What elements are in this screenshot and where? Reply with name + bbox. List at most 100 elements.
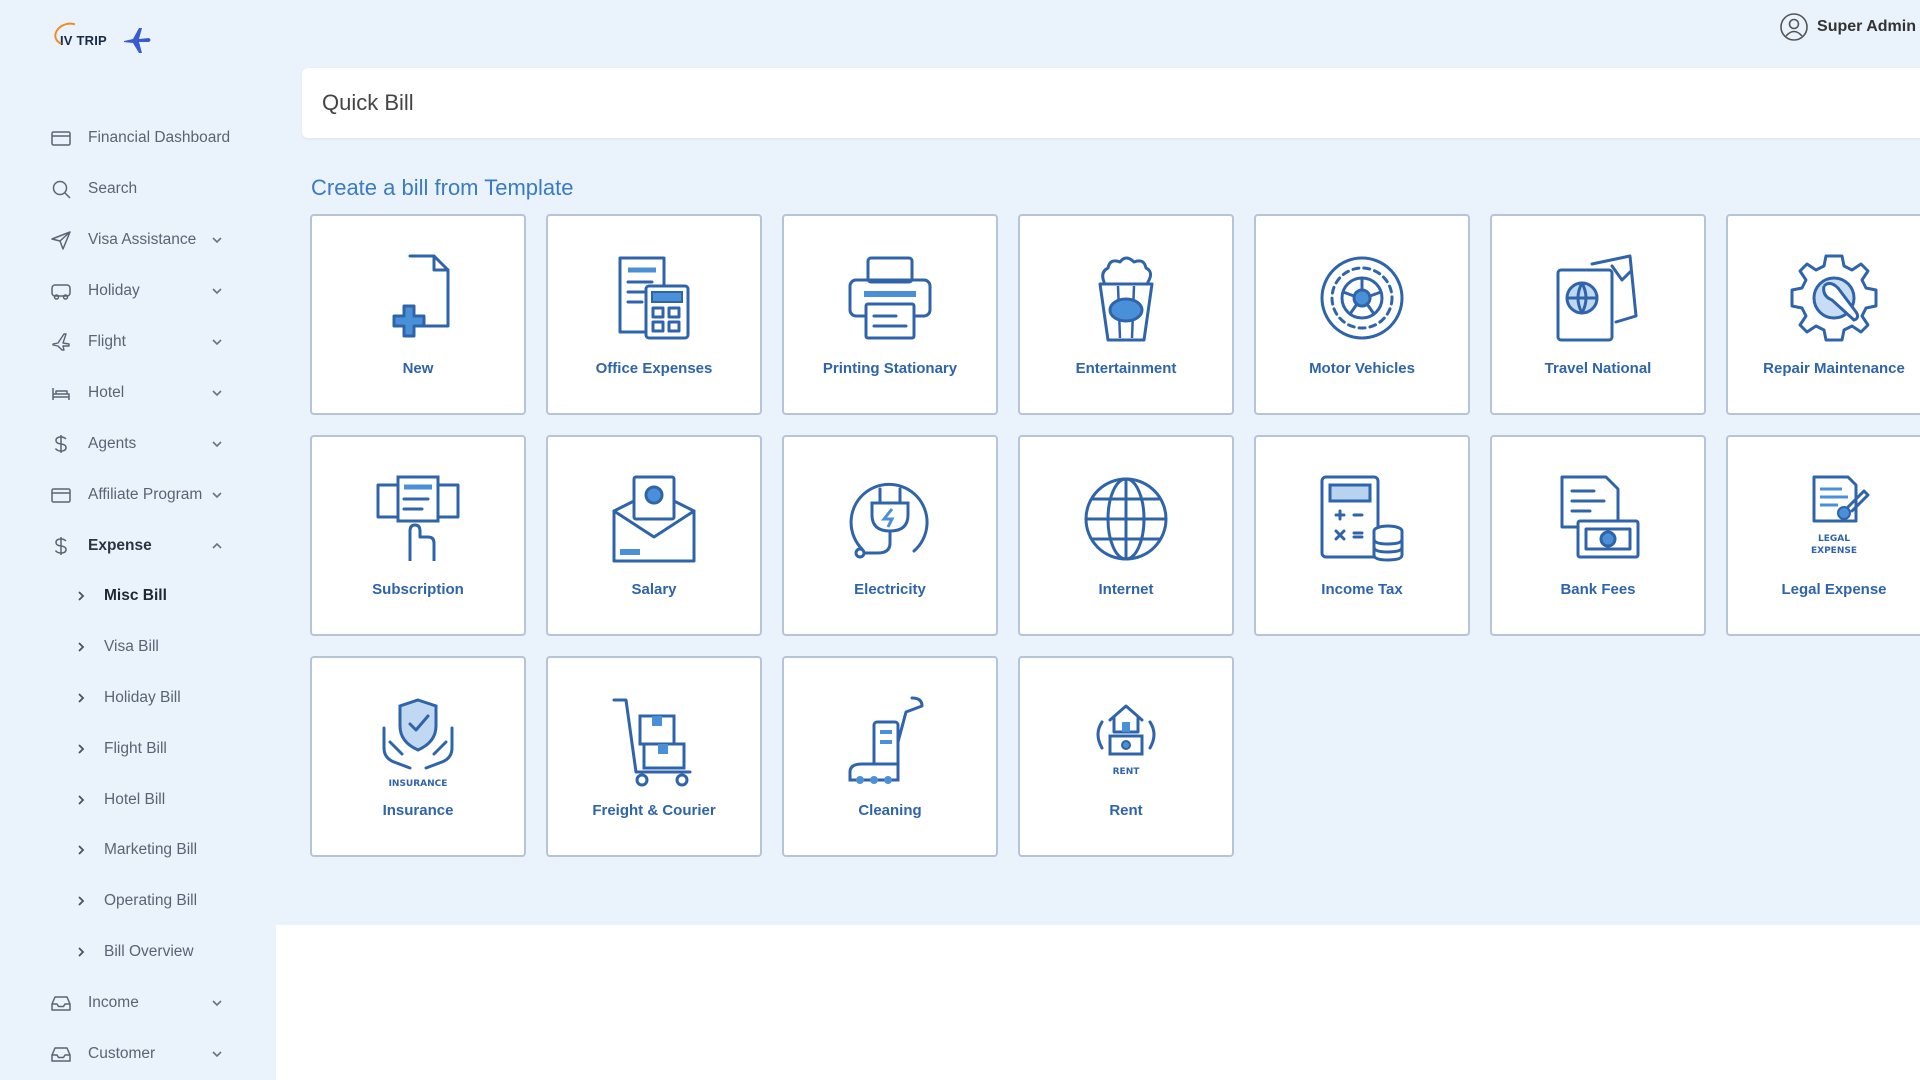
- card-icon: [50, 484, 72, 506]
- sidebar-item-label: Expense: [88, 536, 152, 554]
- gear-wrench-icon: [1786, 250, 1882, 346]
- template-tile-new[interactable]: New: [310, 214, 526, 415]
- template-tile-printing-stationary[interactable]: Printing Stationary: [782, 214, 998, 415]
- chevron-right-icon: [74, 894, 88, 908]
- template-label: Insurance: [382, 802, 454, 819]
- calculator-icon: [1314, 471, 1410, 567]
- submenu-item-misc-bill[interactable]: Misc Bill: [0, 571, 276, 622]
- template-tile-bank-fees[interactable]: Bank Fees: [1490, 435, 1706, 636]
- tire-icon: [1314, 250, 1410, 346]
- sidebar-item-search[interactable]: Search: [0, 163, 276, 214]
- submenu-item-label: Misc Bill: [104, 587, 167, 605]
- chevron-down-icon: [210, 233, 224, 247]
- chevron-down-icon: [210, 1047, 224, 1061]
- sidebar-item-label: Income: [88, 993, 139, 1011]
- printer-icon: [842, 250, 938, 346]
- template-tile-motor-vehicles[interactable]: Motor Vehicles: [1254, 214, 1470, 415]
- chevron-down-icon: [210, 335, 224, 349]
- cart-icon: [606, 692, 702, 788]
- user-menu[interactable]: Super Admin: [1779, 12, 1916, 42]
- page-title: Quick Bill: [322, 90, 414, 115]
- template-label: Motor Vehicles: [1309, 360, 1415, 377]
- chevron-right-icon: [74, 945, 88, 959]
- footer-blank: [276, 925, 1920, 1080]
- sidebar-item-label: Holiday: [88, 281, 140, 299]
- template-tile-electricity[interactable]: Electricity: [782, 435, 998, 636]
- search-icon: [50, 178, 72, 200]
- template-tile-legal-expense[interactable]: LEGAL EXPENSE Legal Expense: [1726, 435, 1920, 636]
- chevron-down-icon: [210, 488, 224, 502]
- submenu-item-visa-bill[interactable]: Visa Bill: [0, 622, 276, 673]
- template-tile-entertainment[interactable]: Entertainment: [1018, 214, 1234, 415]
- template-label: Rent: [1109, 802, 1143, 819]
- chevron-down-icon: [210, 996, 224, 1010]
- brand-logo[interactable]: IV TRIP: [51, 18, 153, 56]
- submenu-item-label: Operating Bill: [104, 892, 198, 910]
- template-tile-cleaning[interactable]: Cleaning: [782, 656, 998, 857]
- bed-icon: [50, 382, 72, 404]
- svg-text:INSURANCE: INSURANCE: [389, 779, 448, 788]
- template-tile-insurance[interactable]: INSURANCE Insurance: [310, 656, 526, 857]
- subscription-icon: [370, 471, 466, 567]
- dollar-icon: [50, 535, 72, 557]
- template-label: New: [402, 360, 434, 377]
- sidebar-item-hotel[interactable]: Hotel: [0, 367, 276, 418]
- sidebar-item-flight[interactable]: Flight: [0, 316, 276, 367]
- submenu-item-flight-bill[interactable]: Flight Bill: [0, 723, 276, 774]
- svg-text:LEGAL: LEGAL: [1818, 534, 1850, 544]
- template-tile-salary[interactable]: Salary: [546, 435, 762, 636]
- submenu-item-bill-overview[interactable]: Bill Overview: [0, 927, 276, 978]
- sidebar-item-expense[interactable]: Expense: [0, 520, 276, 571]
- sidebar-item-label: Financial Dashboard: [88, 128, 231, 146]
- submenu-item-holiday-bill[interactable]: Holiday Bill: [0, 673, 276, 724]
- template-tile-freight-courier[interactable]: Freight & Courier: [546, 656, 762, 857]
- page-header-card: Quick Bill: [302, 68, 1920, 138]
- template-label: Legal Expense: [1781, 581, 1887, 598]
- submenu-item-label: Flight Bill: [104, 739, 167, 757]
- sidebar-item-agents[interactable]: Agents: [0, 418, 276, 469]
- sidebar-item-label: Customer: [88, 1044, 156, 1062]
- template-tile-rent[interactable]: RENT Rent: [1018, 656, 1234, 857]
- submenu-item-hotel-bill[interactable]: Hotel Bill: [0, 774, 276, 825]
- sidebar-item-income[interactable]: Income: [0, 977, 276, 1028]
- template-tile-office-expenses[interactable]: Office Expenses: [546, 214, 762, 415]
- submenu-item-label: Holiday Bill: [104, 688, 181, 706]
- chevron-right-icon: [74, 793, 88, 807]
- chevron-right-icon: [74, 742, 88, 756]
- template-label: Salary: [631, 581, 677, 598]
- sidebar-item-label: Flight: [88, 332, 126, 350]
- chevron-down-icon: [210, 437, 224, 451]
- submenu-item-label: Hotel Bill: [104, 790, 166, 808]
- submenu-item-label: Marketing Bill: [104, 841, 198, 859]
- submenu-item-marketing-bill[interactable]: Marketing Bill: [0, 825, 276, 876]
- template-tile-travel-national[interactable]: Travel National: [1490, 214, 1706, 415]
- svg-text:RENT: RENT: [1113, 767, 1141, 777]
- section-heading: Create a bill from Template: [311, 175, 574, 200]
- sidebar-item-label: Agents: [88, 434, 137, 452]
- template-label: Office Expenses: [595, 360, 713, 377]
- template-label: Freight & Courier: [592, 802, 716, 819]
- template-tile-income-tax[interactable]: Income Tax: [1254, 435, 1470, 636]
- sidebar-item-label: Hotel: [88, 383, 125, 401]
- sidebar-item-holiday[interactable]: Holiday: [0, 265, 276, 316]
- svg-text:EXPENSE: EXPENSE: [1811, 546, 1857, 556]
- sidebar-item-label: Search: [88, 179, 138, 197]
- chevron-down-icon: [210, 284, 224, 298]
- template-label: Internet: [1098, 581, 1154, 598]
- template-tile-subscription[interactable]: Subscription: [310, 435, 526, 636]
- bus-icon: [50, 280, 72, 302]
- sidebar-item-customer[interactable]: Customer: [0, 1028, 276, 1079]
- template-label: Travel National: [1544, 360, 1652, 377]
- sidebar-item-financial-dashboard[interactable]: Financial Dashboard: [0, 112, 276, 163]
- new-file-icon: [370, 250, 466, 346]
- template-tile-repair-maintenance[interactable]: Repair Maintenance: [1726, 214, 1920, 415]
- sidebar-item-affiliate-program[interactable]: Affiliate Program: [0, 469, 276, 520]
- template-label: Subscription: [372, 581, 464, 598]
- template-label: Income Tax: [1321, 581, 1403, 598]
- sidebar-item-label: Visa Assistance: [88, 230, 197, 248]
- template-label: Bank Fees: [1560, 581, 1636, 598]
- passport-icon: [1550, 250, 1646, 346]
- sidebar-item-visa-assistance[interactable]: Visa Assistance: [0, 214, 276, 265]
- submenu-item-operating-bill[interactable]: Operating Bill: [0, 876, 276, 927]
- template-tile-internet[interactable]: Internet: [1018, 435, 1234, 636]
